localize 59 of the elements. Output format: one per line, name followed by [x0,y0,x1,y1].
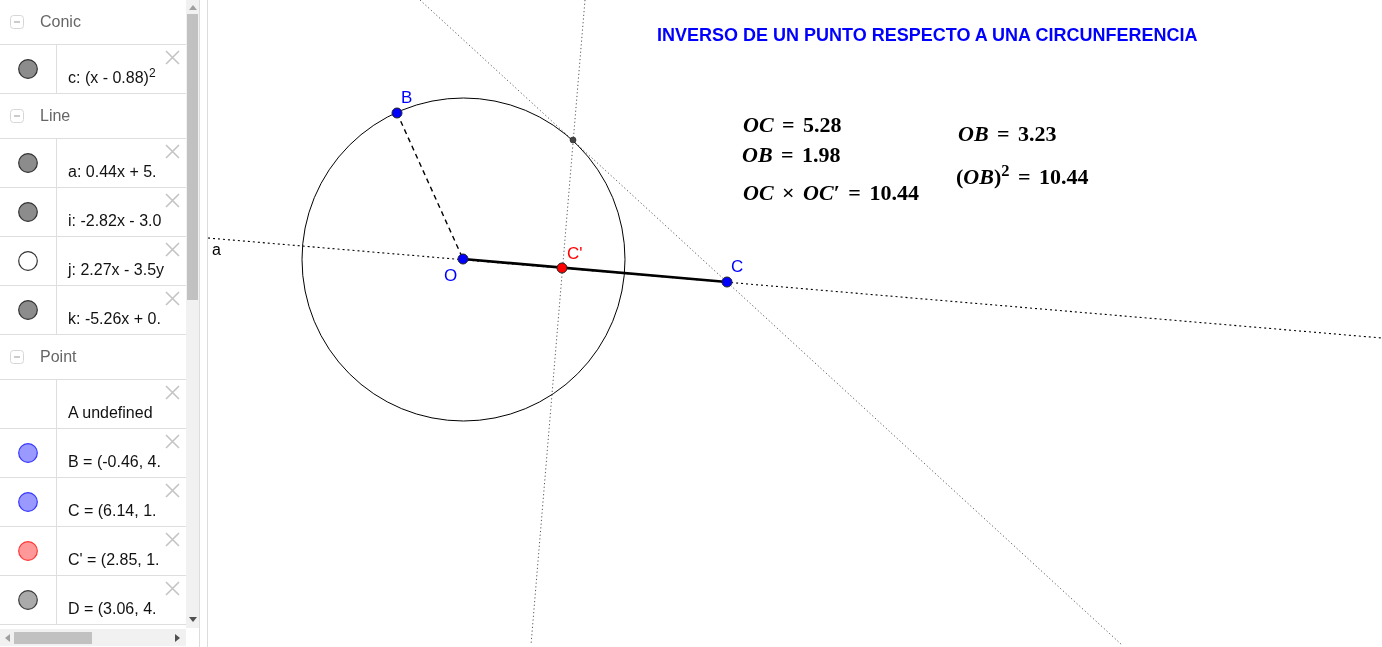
visibility-dot-icon[interactable] [18,59,38,79]
visibility-dot-icon[interactable] [18,202,38,222]
formula-text: OC × OC′ = 10.44 [743,181,919,204]
visibility-dot-icon[interactable] [18,251,38,271]
collapse-icon[interactable] [10,109,24,123]
algebra-entry[interactable]: a: 0.44x + 5. [57,162,186,187]
point-label: B [401,88,413,107]
formula-text: OC = 5.28 [743,113,842,136]
undefined-entry[interactable]: A undefined [57,403,186,428]
close-icon[interactable] [165,242,180,257]
visibility-dot-icon[interactable] [18,300,38,320]
scrollbar-thumb[interactable] [187,14,198,300]
point[interactable] [721,276,733,288]
point[interactable] [569,136,577,144]
scrollbar-thumb[interactable] [14,631,92,644]
point[interactable] [556,262,568,274]
point[interactable] [457,253,469,265]
close-icon[interactable] [165,483,180,498]
close-icon[interactable] [165,144,180,159]
vertical-scrollbar[interactable] [186,0,199,628]
algebra-entry[interactable]: c: (x - 0.88)$^{2}$ [57,68,186,93]
visibility-dot-icon[interactable] [18,443,38,463]
point-label: O [444,266,458,285]
visibility-dot-icon[interactable] [18,541,38,561]
formula-text: OB = 3.23 [958,122,1057,145]
formula-text: OB = 1.98 [742,143,841,166]
close-icon[interactable] [165,291,180,306]
algebra-entry[interactable]: j: 2.27x - 3.5y [57,260,186,285]
close-icon[interactable] [165,193,180,208]
collapse-icon[interactable] [10,15,24,29]
category-label[interactable]: Line [40,104,71,128]
close-icon[interactable] [165,50,180,65]
close-icon[interactable] [165,532,180,547]
point[interactable] [391,107,403,119]
left-arrow-icon[interactable] [5,633,10,642]
point-label: C [731,257,744,276]
algebra-entry[interactable]: D = (3.06, 4. [57,599,186,624]
right-arrow-icon[interactable] [175,633,180,642]
up-arrow-icon[interactable] [188,5,197,10]
visibility-dot-icon[interactable] [18,492,38,512]
collapse-icon[interactable] [10,350,24,364]
algebra-entry[interactable]: C' = (2.85, 1. [57,550,186,575]
algebra-entry[interactable]: k: -5.26x + 0. [57,309,186,334]
close-icon[interactable] [165,581,180,596]
visibility-dot-icon[interactable] [18,590,38,610]
point-label: C' [567,244,583,263]
close-icon[interactable] [165,385,180,400]
formula-text: (OB)$^{2}$ = 10.44 [956,165,1089,188]
category-label[interactable]: Conic [40,10,81,34]
title-text: INVERSO DE UN PUNTO RESPECTO A UNA CIRCUNFERENCIA [657,25,1198,45]
close-icon[interactable] [165,434,180,449]
category-label[interactable]: Point [40,345,77,369]
algebra-entry[interactable]: C = (6.14, 1. [57,501,186,526]
horizontal-scrollbar[interactable] [0,629,186,646]
algebra-entry[interactable]: B = (-0.46, 4. [57,452,186,477]
line-label: a [212,241,221,258]
visibility-dot-icon[interactable] [18,153,38,173]
down-arrow-icon[interactable] [188,617,197,622]
algebra-entry[interactable]: i: -2.82x - 3.0 [57,211,186,236]
